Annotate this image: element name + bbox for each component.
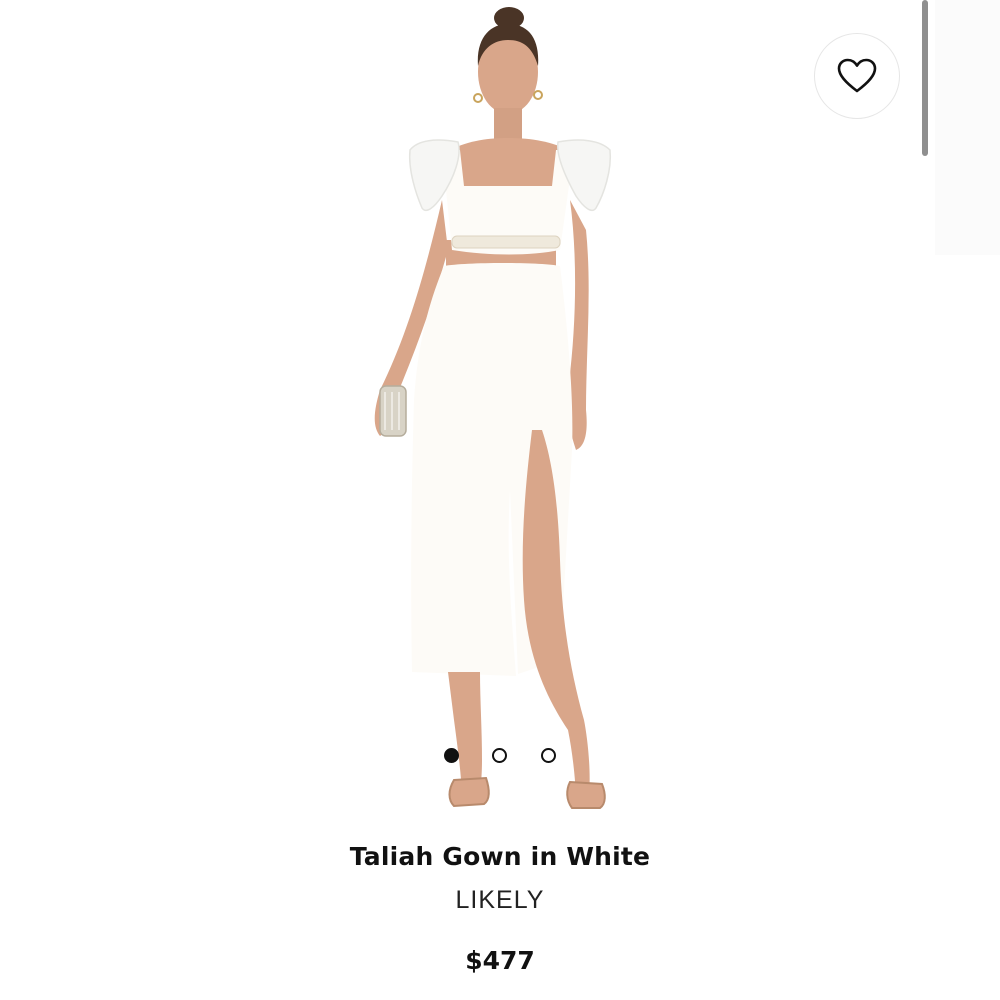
product-title[interactable]: Taliah Gown in White [0, 842, 1000, 871]
clutch-bag [379, 385, 407, 437]
product-image[interactable] [330, 0, 670, 830]
beaded-band [451, 235, 561, 249]
earring-right [533, 90, 543, 100]
side-panel [935, 0, 1000, 255]
carousel-dot-3[interactable] [541, 748, 556, 763]
product-page: Taliah Gown in White LIKELY $477 [0, 0, 1000, 1000]
carousel-dots [440, 746, 560, 766]
earring-left [473, 93, 483, 103]
carousel-dot-2[interactable] [492, 748, 507, 763]
favorite-button[interactable] [814, 33, 900, 119]
model-torso-skin [450, 138, 568, 190]
scrollbar[interactable] [922, 0, 928, 156]
product-brand[interactable]: LIKELY [0, 886, 1000, 915]
shoe-left [448, 776, 490, 808]
carousel-dot-1[interactable] [444, 748, 459, 763]
product-price: $477 [465, 946, 535, 975]
shoe-right [566, 780, 606, 809]
heart-icon [837, 58, 877, 93]
